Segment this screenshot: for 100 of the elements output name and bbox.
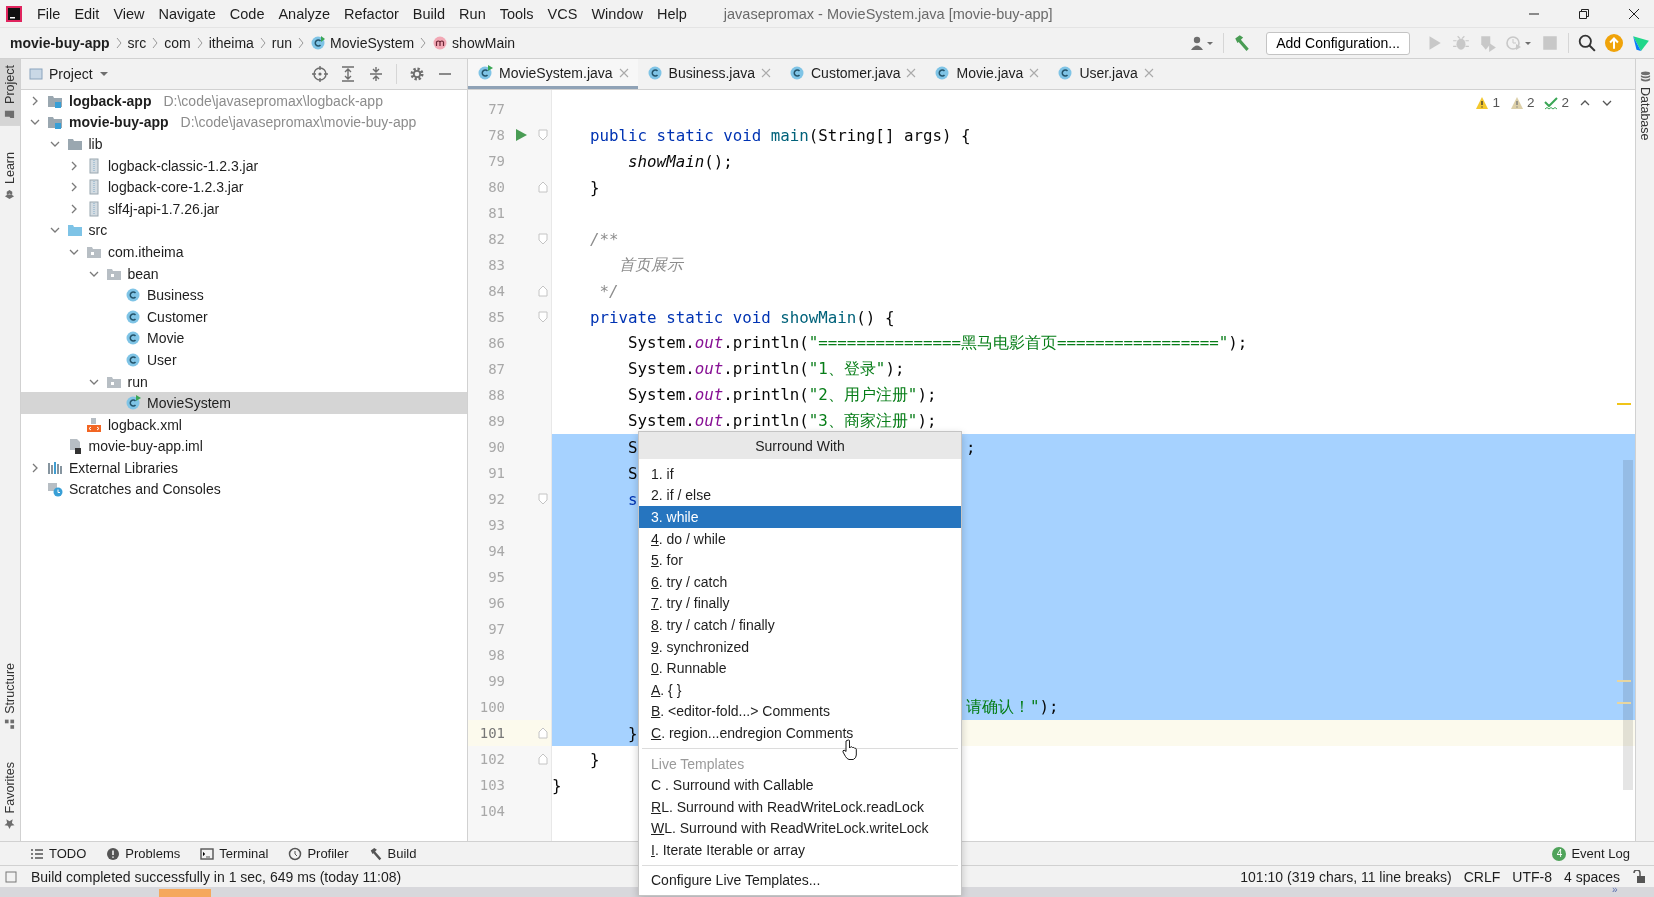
- expand-chevron-icon[interactable]: [30, 462, 40, 473]
- add-configuration-button[interactable]: Add Configuration...: [1266, 31, 1410, 55]
- scrollbar-thumb[interactable]: [1623, 460, 1633, 790]
- breadcrumb[interactable]: showMain: [432, 35, 516, 51]
- tree-item[interactable]: bean: [21, 262, 467, 285]
- editor-tab[interactable]: Movie.java: [925, 59, 1049, 89]
- menu-item[interactable]: 4. do / while: [639, 527, 961, 550]
- line-separator[interactable]: CRLF: [1463, 868, 1501, 885]
- warning-marker[interactable]: [1617, 403, 1631, 405]
- tool-window-button[interactable]: TODO: [30, 846, 87, 861]
- caret-position[interactable]: 101:10 (319 chars, 11 line breaks): [1240, 868, 1452, 885]
- tool-window-tab[interactable]: Database: [1636, 65, 1654, 147]
- tree-item[interactable]: logback-classic-1.2.3.jar: [21, 154, 467, 177]
- tree-item[interactable]: MovieSystem: [21, 392, 467, 414]
- panel-title[interactable]: Project: [29, 66, 109, 82]
- menu-item[interactable]: 6. try / catch: [639, 570, 961, 593]
- event-log-button[interactable]: 4 Event Log: [1552, 846, 1630, 861]
- tree-item[interactable]: Business: [21, 284, 467, 306]
- menu-item[interactable]: Edit: [67, 5, 107, 22]
- tool-window-button[interactable]: Problems: [106, 846, 181, 861]
- tool-window-tab[interactable]: Learn: [0, 145, 20, 206]
- menu-item[interactable]: 1. if: [639, 463, 961, 485]
- menu-item[interactable]: View: [106, 5, 152, 22]
- menu-item[interactable]: 9. synchronized: [639, 635, 961, 658]
- menu-item[interactable]: C. region...endregion Comments: [639, 722, 961, 744]
- editor-tab[interactable]: MovieSystem.java: [468, 59, 638, 89]
- menu-item[interactable]: RL. Surround with ReadWriteLock.readLock: [639, 795, 961, 818]
- tool-window-button[interactable]: Build: [368, 846, 417, 861]
- menu-item[interactable]: C . Surround with Callable: [639, 774, 961, 796]
- tree-item[interactable]: Customer: [21, 305, 467, 328]
- collapse-all-icon[interactable]: [368, 66, 384, 82]
- menu-item[interactable]: B. <editor-fold...> Comments: [639, 700, 961, 723]
- tool-window-tab[interactable]: Structure: [0, 656, 20, 736]
- menu-item[interactable]: 5. for: [639, 549, 961, 571]
- fold-end-icon[interactable]: [537, 285, 549, 297]
- editor-tab[interactable]: User.java: [1048, 59, 1163, 89]
- tool-window-tab[interactable]: Project: [0, 59, 20, 126]
- user-icon[interactable]: [1190, 35, 1215, 51]
- menu-item[interactable]: Navigate: [151, 5, 223, 22]
- status-toggle-icon[interactable]: [5, 870, 17, 883]
- menu-item[interactable]: 0. Runnable: [639, 657, 961, 679]
- expand-chevron-icon[interactable]: [69, 182, 79, 193]
- tree-item[interactable]: movie-buy-app.iml: [21, 435, 467, 458]
- tree-item[interactable]: src: [21, 219, 467, 242]
- menu-item[interactable]: Tools: [492, 5, 541, 22]
- fold-start-icon[interactable]: [537, 493, 549, 505]
- menu-item[interactable]: VCS: [540, 5, 585, 22]
- menu-item[interactable]: A. { }: [639, 678, 961, 701]
- search-icon[interactable]: [1578, 34, 1596, 52]
- run-icon[interactable]: [513, 128, 528, 142]
- expand-chevron-icon[interactable]: [69, 160, 79, 171]
- lock-icon[interactable]: [1632, 869, 1646, 884]
- restore-icon[interactable]: [1578, 7, 1590, 20]
- warning-marker[interactable]: [1617, 702, 1631, 704]
- tool-window-button[interactable]: Terminal: [200, 846, 269, 861]
- breadcrumb[interactable]: com: [164, 35, 191, 51]
- tree-item[interactable]: Movie: [21, 327, 467, 350]
- menu-item[interactable]: Configure Live Templates...: [639, 869, 961, 892]
- tree-item[interactable]: logback-app D:\code\javasepromax\logback-app: [21, 90, 467, 112]
- overflow-indicator[interactable]: »: [1612, 884, 1618, 896]
- menu-item[interactable]: Refactor: [337, 5, 406, 22]
- breadcrumb[interactable]: MovieSystem: [310, 35, 415, 51]
- tree-item[interactable]: logback-core-1.2.3.jar: [21, 176, 467, 198]
- tree-item[interactable]: slf4j-api-1.7.26.jar: [21, 197, 467, 220]
- fold-end-icon[interactable]: [537, 727, 549, 739]
- breadcrumb[interactable]: run: [271, 35, 293, 51]
- logo-icon[interactable]: [1632, 34, 1650, 52]
- breadcrumb[interactable]: movie-buy-app: [10, 35, 110, 51]
- inspection-count[interactable]: 2: [1509, 95, 1535, 110]
- menu-item[interactable]: 2. if / else: [639, 484, 961, 507]
- fold-start-icon[interactable]: [537, 129, 549, 141]
- expand-all-icon[interactable]: [340, 66, 356, 82]
- settings-icon[interactable]: [409, 66, 425, 82]
- menu-item[interactable]: WL. Surround with ReadWriteLock.writeLock: [639, 817, 961, 840]
- inspection-count[interactable]: 1: [1475, 95, 1500, 110]
- collapse-chevron-icon[interactable]: [49, 139, 60, 149]
- menu-item[interactable]: Window: [584, 5, 650, 22]
- tree-item[interactable]: External Libraries: [21, 457, 467, 479]
- tree-item[interactable]: com.itheima: [21, 241, 467, 263]
- tree-item[interactable]: User: [21, 349, 467, 371]
- inspection-count[interactable]: 2: [1544, 95, 1569, 110]
- tree-item[interactable]: movie-buy-app D:\code\javasepromax\movie-buy-app: [21, 111, 467, 134]
- menu-item[interactable]: Analyze: [271, 5, 338, 22]
- file-encoding[interactable]: UTF-8: [1512, 868, 1552, 885]
- tree-item[interactable]: logback.xml: [21, 413, 467, 436]
- menu-item[interactable]: Code: [222, 5, 272, 22]
- menu-item[interactable]: I. Iterate Iterable or array: [639, 839, 961, 861]
- editor-tab[interactable]: Customer.java: [780, 59, 926, 89]
- tool-window-tab[interactable]: Favorites: [0, 755, 20, 835]
- menu-item[interactable]: Run: [452, 5, 493, 22]
- hammer-icon[interactable]: [1233, 34, 1252, 52]
- expand-chevron-icon[interactable]: [69, 203, 79, 214]
- breadcrumb[interactable]: src: [127, 35, 147, 51]
- menu-item[interactable]: File: [30, 5, 68, 22]
- locate-icon[interactable]: [312, 66, 328, 82]
- fold-end-icon[interactable]: [537, 753, 549, 765]
- indent-setting[interactable]: 4 spaces: [1563, 868, 1620, 885]
- clock-run-icon[interactable]: [1506, 35, 1532, 51]
- update-icon[interactable]: [1605, 34, 1623, 52]
- menu-item[interactable]: Build: [405, 5, 453, 22]
